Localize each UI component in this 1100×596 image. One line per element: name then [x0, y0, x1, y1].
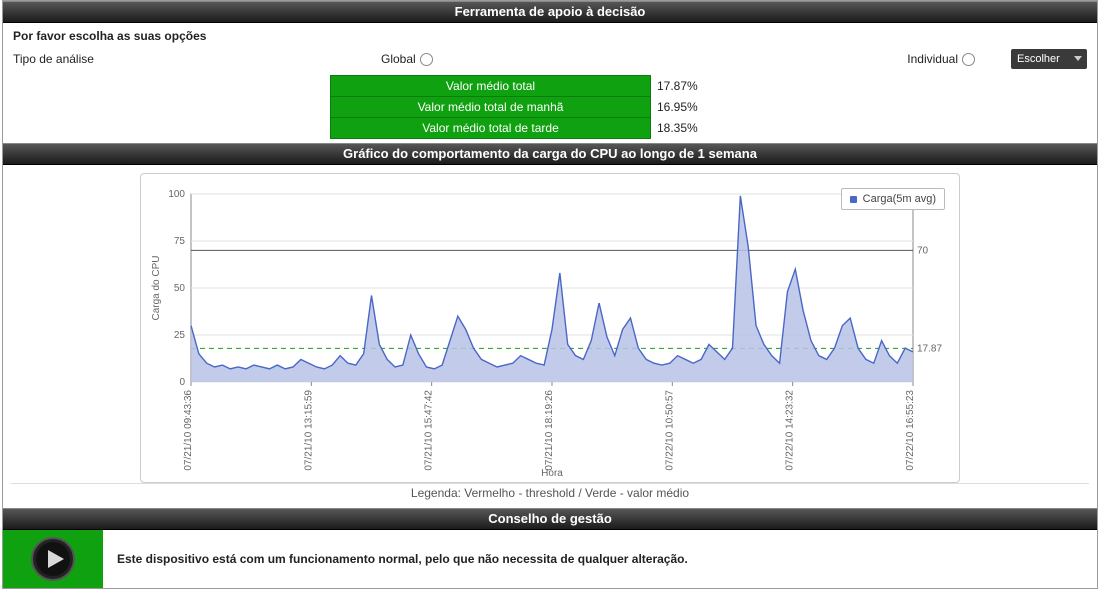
svg-text:07/21/10 18:19:26: 07/21/10 18:19:26: [544, 390, 555, 471]
svg-text:07/22/10 10:50:57: 07/22/10 10:50:57: [664, 390, 675, 471]
svg-text:Hora: Hora: [541, 468, 563, 478]
svg-text:70: 70: [917, 245, 929, 256]
chart-panel: Carga(5m avg) 0 25 50 75 100 70 17.87 07/21/10 …: [3, 165, 1097, 508]
table-row: Valor médio total de manhã 16.95%: [331, 97, 770, 118]
play-button[interactable]: [3, 530, 103, 588]
individual-select-value: Escolher: [1017, 53, 1060, 65]
metric-label: Valor médio total: [331, 76, 651, 97]
metric-value: 16.95%: [651, 97, 770, 118]
svg-text:17.87: 17.87: [917, 343, 942, 354]
options-prompt: Por favor escolha as suas opções: [3, 23, 1097, 47]
analysis-type-label: Tipo de análise: [13, 52, 381, 66]
advice-header-title: Conselho de gestão: [488, 511, 612, 526]
radio-circle-icon: [962, 53, 975, 66]
table-row: Valor médio total 17.87%: [331, 76, 770, 97]
global-radio[interactable]: Global: [381, 52, 433, 66]
legend-swatch-icon: [850, 196, 857, 203]
metric-label: Valor médio total de tarde: [331, 118, 651, 139]
line-chart: 0 25 50 75 100 70 17.87 07/21/10 09:43:36 07/21/…: [147, 180, 953, 478]
svg-text:75: 75: [174, 236, 186, 247]
svg-text:07/22/10 14:23:32: 07/22/10 14:23:32: [785, 390, 796, 471]
chart-legend-line: Legenda: Vermelho - threshold / Verde - …: [11, 483, 1089, 504]
metric-value: 17.87%: [651, 76, 770, 97]
advice-row: Este dispositivo está com um funcionamen…: [3, 530, 1097, 588]
svg-text:07/21/10 09:43:36: 07/21/10 09:43:36: [183, 390, 194, 471]
radio-circle-icon: [420, 53, 433, 66]
analysis-type-row: Tipo de análise Global Individual Escolh…: [3, 47, 1097, 75]
svg-text:25: 25: [174, 330, 186, 341]
svg-text:07/22/10 16:55:23: 07/22/10 16:55:23: [905, 390, 916, 471]
metric-value: 18.35%: [651, 118, 770, 139]
chart-legend: Carga(5m avg): [841, 188, 945, 210]
svg-text:Carga do CPU: Carga do CPU: [151, 255, 162, 320]
svg-text:100: 100: [168, 189, 185, 200]
global-radio-label: Global: [381, 52, 416, 66]
header-title: Ferramenta de apoio à decisão: [455, 4, 646, 19]
app-frame: Ferramenta de apoio à decisão Por favor …: [2, 0, 1098, 589]
individual-radio[interactable]: Individual: [907, 52, 975, 66]
chart-header-title: Gráfico do comportamento da carga do CPU…: [343, 146, 757, 161]
chart-box: Carga(5m avg) 0 25 50 75 100 70 17.87 07/21/10 …: [140, 173, 960, 483]
svg-text:07/21/10 15:47:42: 07/21/10 15:47:42: [424, 390, 435, 471]
metrics-table: Valor médio total 17.87% Valor médio tot…: [330, 75, 770, 139]
header-bar: Ferramenta de apoio à decisão: [3, 1, 1097, 23]
play-icon: [30, 536, 76, 582]
table-row: Valor médio total de tarde 18.35%: [331, 118, 770, 139]
metric-label: Valor médio total de manhã: [331, 97, 651, 118]
legend-text: Carga(5m avg): [863, 193, 936, 205]
advice-header-bar: Conselho de gestão: [3, 508, 1097, 530]
svg-text:07/21/10 13:15:59: 07/21/10 13:15:59: [303, 390, 314, 471]
chart-header-bar: Gráfico do comportamento da carga do CPU…: [3, 143, 1097, 165]
advice-text: Este dispositivo está com um funcionamen…: [103, 552, 702, 566]
svg-text:0: 0: [179, 377, 185, 388]
svg-text:50: 50: [174, 283, 186, 294]
individual-select[interactable]: Escolher: [1011, 49, 1087, 69]
individual-radio-label: Individual: [907, 52, 958, 66]
